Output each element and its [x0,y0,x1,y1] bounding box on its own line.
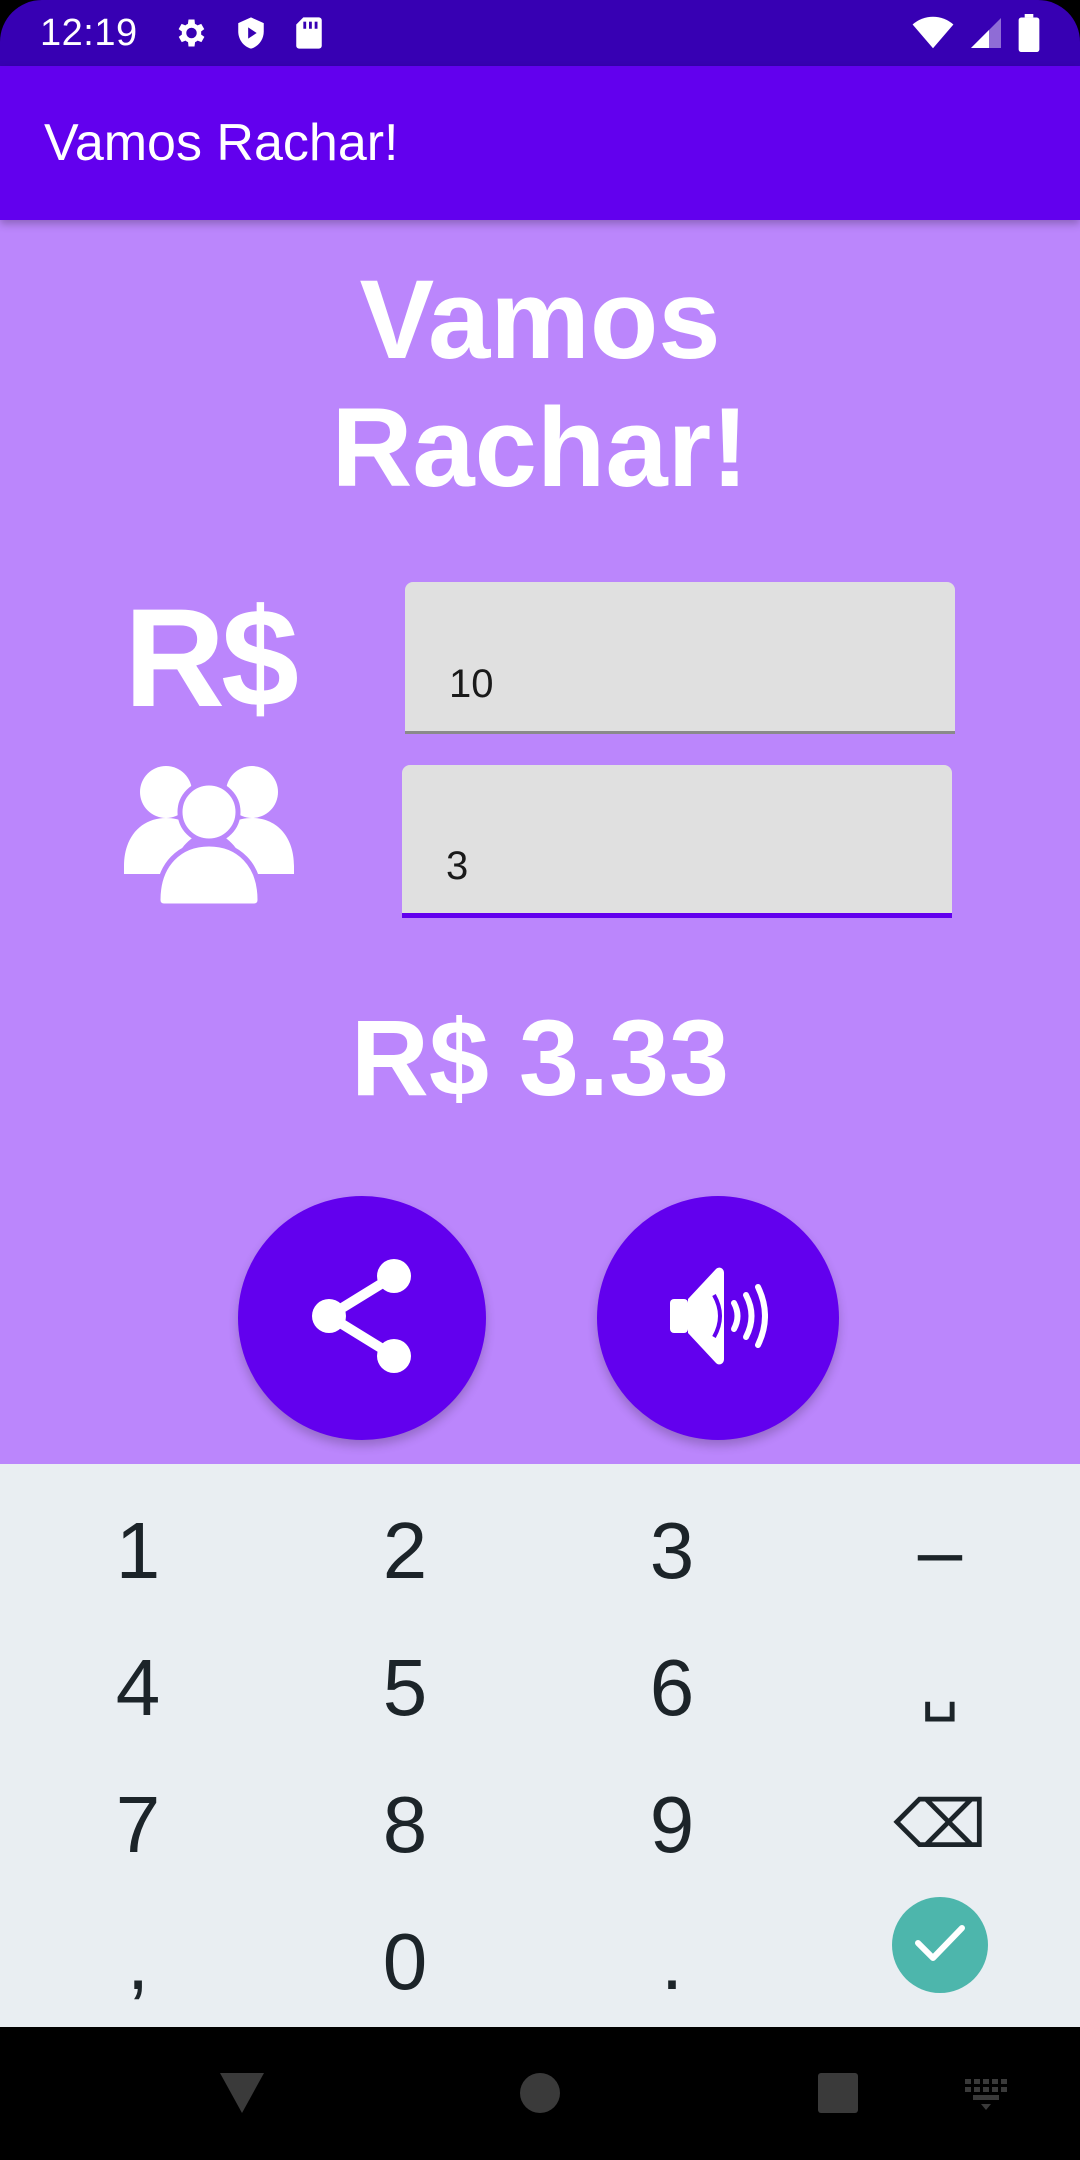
people-field[interactable] [402,765,952,918]
people-group-icon [124,760,294,909]
status-system-icons [912,14,1040,52]
key-0[interactable]: 0 [270,1893,540,2030]
home-circle-icon [519,2072,561,2119]
key-6[interactable]: 6 [537,1619,807,1756]
check-icon [914,1923,966,1968]
numeric-keyboard: 1 2 3 – 4 5 6 ␣ 7 8 9 ⌫ , 0 . [0,1464,1080,2027]
key-minus[interactable]: – [805,1482,1075,1619]
app-bar-title: Vamos Rachar! [44,114,399,172]
recents-button[interactable] [808,2065,868,2125]
wifi-icon [912,16,954,50]
key-comma[interactable]: , [3,1893,273,2030]
amount-input[interactable] [449,662,909,707]
back-triangle-icon [218,2071,266,2120]
speak-button[interactable] [597,1196,839,1440]
key-space[interactable]: ␣ [805,1619,1075,1756]
main-content: Vamos Rachar! R$ R$ 3.33 [0,220,1080,1464]
recents-square-icon [817,2072,859,2119]
currency-label: R$ [124,579,299,736]
keyboard-switch-button[interactable] [960,2071,1012,2121]
app-bar: Vamos Rachar! [0,66,1080,220]
signal-icon [968,15,1004,51]
shield-play-icon [234,15,268,51]
status-time: 12:19 [40,11,138,54]
key-backspace[interactable]: ⌫ [805,1756,1075,1893]
status-bar: 12:19 [0,0,1080,66]
key-3[interactable]: 3 [537,1482,807,1619]
enter-key[interactable] [892,1897,988,1993]
headline-line1: Vamos [359,257,721,382]
share-icon [307,1256,417,1381]
key-8[interactable]: 8 [270,1756,540,1893]
status-notification-icons [172,15,324,51]
navigation-bar [0,2027,1080,2160]
headline-line2: Rachar! [331,385,749,510]
key-1[interactable]: 1 [3,1482,273,1619]
key-2[interactable]: 2 [270,1482,540,1619]
sd-card-icon [294,16,324,50]
headline: Vamos Rachar! [0,256,1080,512]
key-7[interactable]: 7 [3,1756,273,1893]
keyboard-icon [963,2077,1009,2116]
key-5[interactable]: 5 [270,1619,540,1756]
result-amount: R$ 3.33 [350,997,730,1118]
key-9[interactable]: 9 [537,1756,807,1893]
gear-icon [172,15,208,51]
amount-field[interactable] [405,582,955,734]
speaker-icon [668,1261,768,1376]
share-button[interactable] [238,1196,486,1440]
battery-icon [1018,14,1040,52]
key-4[interactable]: 4 [3,1619,273,1756]
home-button[interactable] [510,2065,570,2125]
back-button[interactable] [212,2065,272,2125]
key-period[interactable]: . [537,1893,807,2030]
people-input[interactable] [446,844,906,889]
